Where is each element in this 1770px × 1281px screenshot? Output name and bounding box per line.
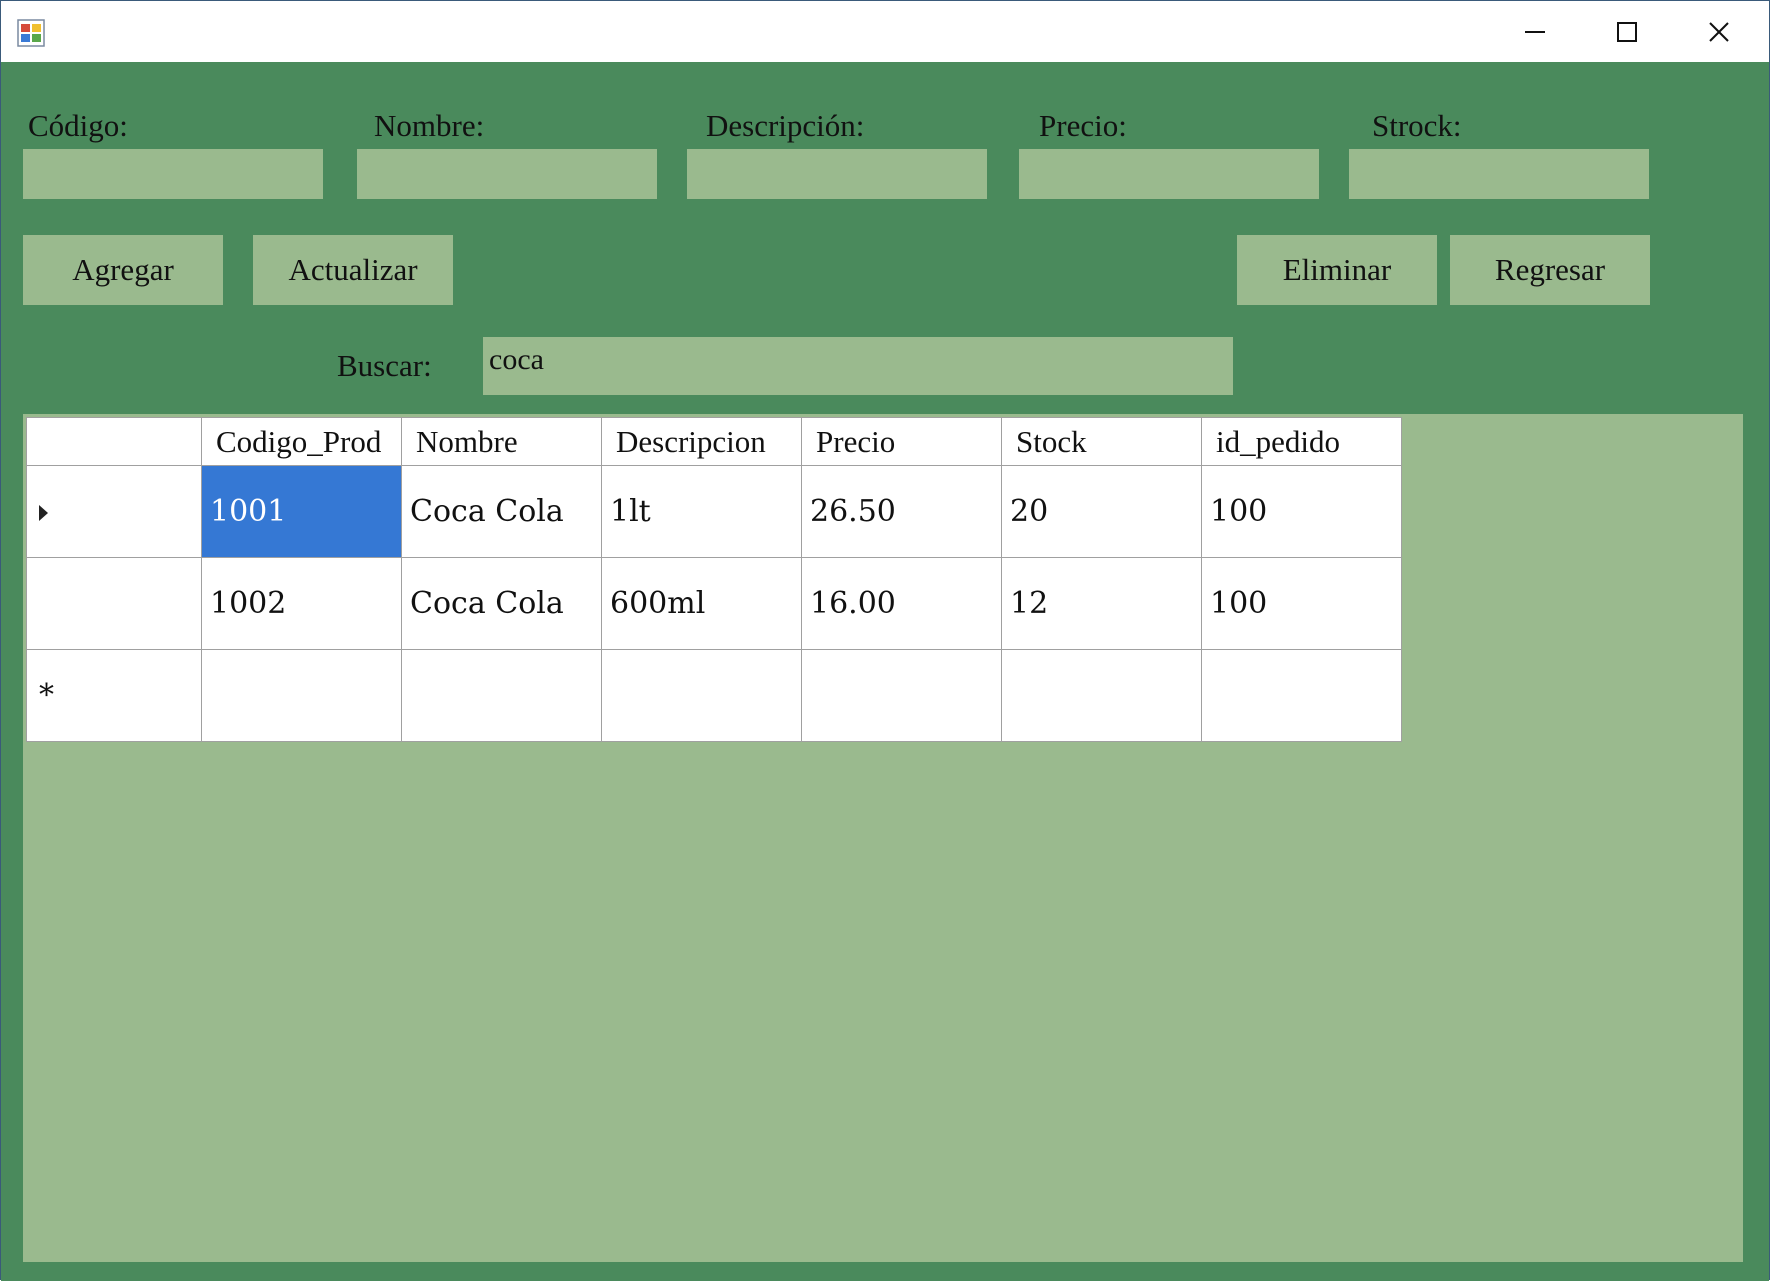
title-bar <box>1 1 1769 62</box>
grid-cell[interactable] <box>1001 649 1202 742</box>
column-header-nombre[interactable]: Nombre <box>401 417 602 466</box>
maximize-icon <box>1617 21 1637 42</box>
column-header-precio[interactable]: Precio <box>801 417 1002 466</box>
grid-cell[interactable] <box>201 649 402 742</box>
grid-cell[interactable]: 20 <box>1001 465 1202 558</box>
grid-cell[interactable] <box>401 649 602 742</box>
grid-cell[interactable]: 100 <box>1201 465 1402 558</box>
descripcion-label: Descripción: <box>706 108 865 143</box>
maximize-button[interactable] <box>1581 1 1673 62</box>
grid-cell[interactable]: 1lt <box>601 465 802 558</box>
grid-cell[interactable] <box>601 649 802 742</box>
app-window: Código: Nombre: Descripción: Precio: Str… <box>0 0 1770 1281</box>
grid-cell[interactable]: 600ml <box>601 557 802 650</box>
close-icon <box>1709 21 1729 42</box>
grid-cell[interactable]: 1001 <box>201 465 402 558</box>
search-label: Buscar: <box>337 348 432 383</box>
column-header-descripcion[interactable]: Descripcion <box>601 417 802 466</box>
grid-cell[interactable]: 1002 <box>201 557 402 650</box>
nombre-label: Nombre: <box>374 108 485 143</box>
grid-corner-cell[interactable] <box>26 417 202 466</box>
stock-input[interactable] <box>1349 149 1649 199</box>
minimize-icon <box>1525 30 1545 33</box>
codigo-input[interactable] <box>23 149 323 199</box>
precio-label: Precio: <box>1039 108 1127 143</box>
table-row[interactable]: 1001 Coca Cola 1lt 26.50 20 100 <box>26 465 1402 558</box>
grid-cell[interactable] <box>1201 649 1402 742</box>
grid-cell[interactable]: Coca Cola <box>401 465 602 558</box>
codigo-label: Código: <box>28 108 128 143</box>
nombre-input[interactable] <box>357 149 657 199</box>
column-header-id-pedido[interactable]: id_pedido <box>1201 417 1402 466</box>
current-row-arrow-icon <box>39 505 48 521</box>
search-input[interactable] <box>483 337 1233 395</box>
grid-cell[interactable]: 16.00 <box>801 557 1002 650</box>
descripcion-input[interactable] <box>687 149 987 199</box>
delete-button[interactable]: Eliminar <box>1237 235 1437 305</box>
grid-cell[interactable] <box>801 649 1002 742</box>
update-button[interactable]: Actualizar <box>253 235 453 305</box>
column-header-codigo[interactable]: Codigo_Prod <box>201 417 402 466</box>
row-header[interactable] <box>26 465 202 558</box>
minimize-button[interactable] <box>1489 1 1581 62</box>
back-button[interactable]: Regresar <box>1450 235 1650 305</box>
table-row[interactable]: 1002 Coca Cola 600ml 16.00 12 100 <box>26 557 1402 650</box>
row-header[interactable] <box>26 557 202 650</box>
stock-label: Strock: <box>1372 108 1462 143</box>
app-icon <box>17 19 45 47</box>
products-grid[interactable]: Codigo_Prod Nombre Descripcion Precio St… <box>26 417 1402 742</box>
form-client-area: Código: Nombre: Descripción: Precio: Str… <box>1 62 1769 1281</box>
new-row[interactable]: * <box>26 649 1402 742</box>
grid-cell[interactable]: Coca Cola <box>401 557 602 650</box>
grid-cell[interactable]: 26.50 <box>801 465 1002 558</box>
grid-cell[interactable]: 100 <box>1201 557 1402 650</box>
add-button[interactable]: Agregar <box>23 235 223 305</box>
new-row-marker[interactable]: * <box>26 649 202 742</box>
close-button[interactable] <box>1673 1 1765 62</box>
grid-cell[interactable]: 12 <box>1001 557 1202 650</box>
precio-input[interactable] <box>1019 149 1319 199</box>
column-header-stock[interactable]: Stock <box>1001 417 1202 466</box>
grid-header-row: Codigo_Prod Nombre Descripcion Precio St… <box>26 417 1402 466</box>
products-grid-panel: Codigo_Prod Nombre Descripcion Precio St… <box>23 414 1743 1262</box>
